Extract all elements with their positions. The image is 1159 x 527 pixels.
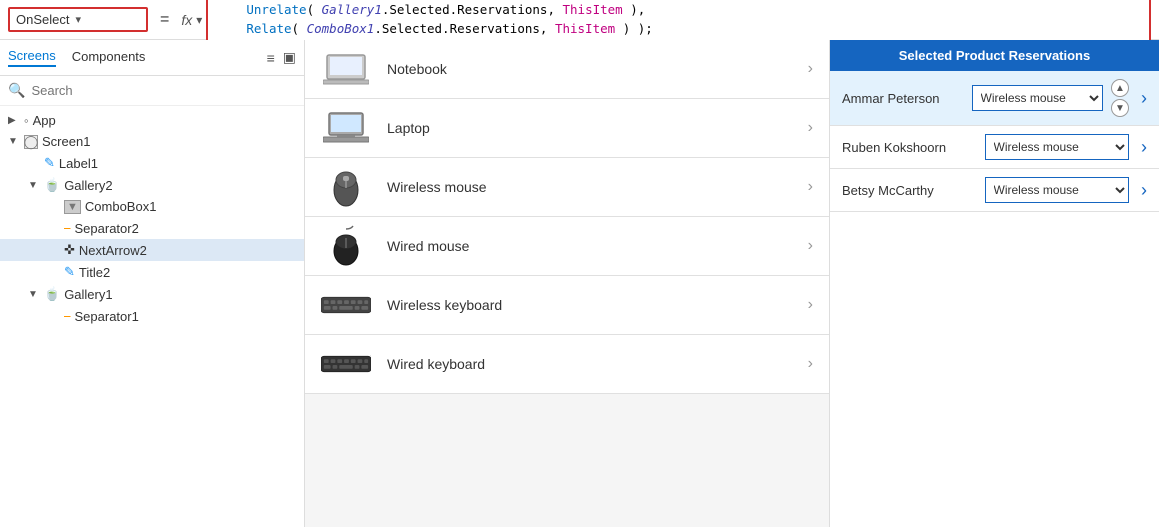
fx-chevron-icon: ▾ [196,13,202,27]
screen-icon: ◯ [24,135,38,149]
search-input[interactable] [31,83,296,98]
gallery-list: Notebook › Laptop › [305,40,829,527]
tree-label-title2: Title2 [79,265,110,280]
center-panel: Notebook › Laptop › [305,40,829,527]
tree-item-separator1[interactable]: ⎯ Separator1 [0,305,304,327]
tree-label-label1: Label1 [59,156,98,171]
product-name-wireless-mouse: Wireless mouse [387,179,792,195]
tabs-row: Screens Components ≡ ▣ [0,40,304,76]
onselect-dropdown[interactable]: OnSelect ▾ [8,7,148,32]
up-btn-ammar[interactable]: ▲ [1111,79,1129,97]
product-image-wireless-mouse [321,168,371,206]
tree-item-label1[interactable]: ✎ Label1 [0,152,304,174]
tree-item-separator2[interactable]: ⎯ Separator2 [0,217,304,239]
person-name-ruben: Ruben Kokshoorn [842,140,977,155]
gallery-item-wireless-mouse[interactable]: Wireless mouse › [305,158,829,217]
person-name-betsy: Betsy McCarthy [842,183,977,198]
chevron-right-betsy[interactable]: › [1141,180,1147,201]
reservation-row-ruben: Ruben Kokshoorn Wireless mouse › [830,126,1159,169]
grid-view-icon[interactable]: ▣ [283,49,296,66]
tree-label-combobox1: ComboBox1 [85,199,157,214]
tree-item-title2[interactable]: ✎ Title2 [0,261,304,283]
right-panel: Selected Product Reservations Ammar Pete… [829,40,1159,527]
gallery-item-wired-keyboard[interactable]: Wired keyboard › [305,335,829,394]
chevron-right-laptop: › [808,119,813,137]
tree-item-app[interactable]: ▶ ◦ App [0,110,304,131]
row-actions-ammar: ▲ ▼ [1111,79,1129,117]
expand-icon-screen1: ▼ [8,136,20,147]
expand-icon-gallery2: ▼ [28,180,40,191]
gallery-item-wireless-keyboard[interactable]: Wireless keyboard › [305,276,829,335]
product-image-notebook [321,50,371,88]
person-name-ammar: Ammar Peterson [842,91,964,106]
chevron-right-ammar[interactable]: › [1141,88,1147,109]
gallery-item-notebook[interactable]: Notebook › [305,40,829,99]
tree-item-gallery2[interactable]: ▼ 🍵 Gallery2 [0,174,304,196]
tree-label-gallery1: Gallery1 [64,287,112,302]
search-box: 🔍 [0,76,304,106]
tree-label-separator1: Separator1 [75,309,139,324]
product-name-wired-mouse: Wired mouse [387,238,792,254]
product-image-wired-keyboard [321,345,371,383]
list-view-icon[interactable]: ≡ [267,50,275,66]
combobox-icon: ▼ [64,200,81,214]
tree-item-combobox1[interactable]: ▼ ComboBox1 [0,196,304,217]
gallery-icon: 🍵 [44,177,60,193]
gallery-item-wired-mouse[interactable]: Wired mouse › [305,217,829,276]
tree-label-separator2: Separator2 [75,221,139,236]
gallery1-icon: 🍵 [44,286,60,302]
tree-item-gallery1[interactable]: ▼ 🍵 Gallery1 [0,283,304,305]
product-select-ammar[interactable]: Wireless mouse [972,85,1104,111]
chevron-right-ruben[interactable]: › [1141,137,1147,158]
dropdown-label: OnSelect [16,12,69,27]
tree-label-gallery2: Gallery2 [64,178,112,193]
app-icon: ◦ [24,113,29,128]
tab-components[interactable]: Components [72,49,146,66]
reservation-row-betsy: Betsy McCarthy Wireless mouse › [830,169,1159,212]
left-panel: Screens Components ≡ ▣ 🔍 ▶ ◦ App ▼ ◯ Scr… [0,40,305,527]
separator1-icon: ⎯ [64,308,71,324]
tab-screens[interactable]: Screens [8,48,56,67]
product-select-ruben[interactable]: Wireless mouse [985,134,1130,160]
product-image-wired-mouse [321,227,371,265]
chevron-right-wireless-keyboard: › [808,296,813,314]
product-image-laptop [321,109,371,147]
main-content: Screens Components ≡ ▣ 🔍 ▶ ◦ App ▼ ◯ Scr… [0,40,1159,527]
gallery-item-laptop[interactable]: Laptop › [305,99,829,158]
chevron-right-wireless-mouse: › [808,178,813,196]
chevron-right-notebook: › [808,60,813,78]
nextarrow-icon: ✜ [64,242,75,258]
separator-icon: ⎯ [64,220,71,236]
tree-area: ▶ ◦ App ▼ ◯ Screen1 ✎ Label1 ▼ 🍵 Gallery… [0,106,304,527]
top-toolbar: OnSelect ▾ = fx ▾ If( IsBlank( ComboBox1… [0,0,1159,40]
label-icon: ✎ [44,155,55,171]
tree-item-nextarrow2[interactable]: ✜ NextArrow2 [0,239,304,261]
equals-sign: = [156,11,173,29]
tab-icons: ≡ ▣ [267,49,296,66]
product-image-wireless-keyboard [321,286,371,324]
title-icon: ✎ [64,264,75,280]
tree-item-screen1[interactable]: ▼ ◯ Screen1 [0,131,304,152]
tree-label-screen1: Screen1 [42,134,90,149]
tree-label-app: App [33,113,56,128]
chevron-right-wired-keyboard: › [808,355,813,373]
reservation-row-ammar: Ammar Peterson Wireless mouse ▲ ▼ › [830,71,1159,126]
right-panel-header: Selected Product Reservations [830,40,1159,71]
expand-icon-gallery1: ▼ [28,289,40,300]
search-icon: 🔍 [8,82,25,99]
product-name-wired-keyboard: Wired keyboard [387,356,792,372]
product-select-betsy[interactable]: Wireless mouse [985,177,1130,203]
expand-icon: ▶ [8,115,20,126]
chevron-right-wired-mouse: › [808,237,813,255]
product-name-notebook: Notebook [387,61,792,77]
product-name-wireless-keyboard: Wireless keyboard [387,297,792,313]
down-btn-ammar[interactable]: ▼ [1111,99,1129,117]
dropdown-chevron-icon: ▾ [75,13,81,26]
tree-label-nextarrow2: NextArrow2 [79,243,147,258]
fx-icon: fx [181,12,192,28]
product-name-laptop: Laptop [387,120,792,136]
